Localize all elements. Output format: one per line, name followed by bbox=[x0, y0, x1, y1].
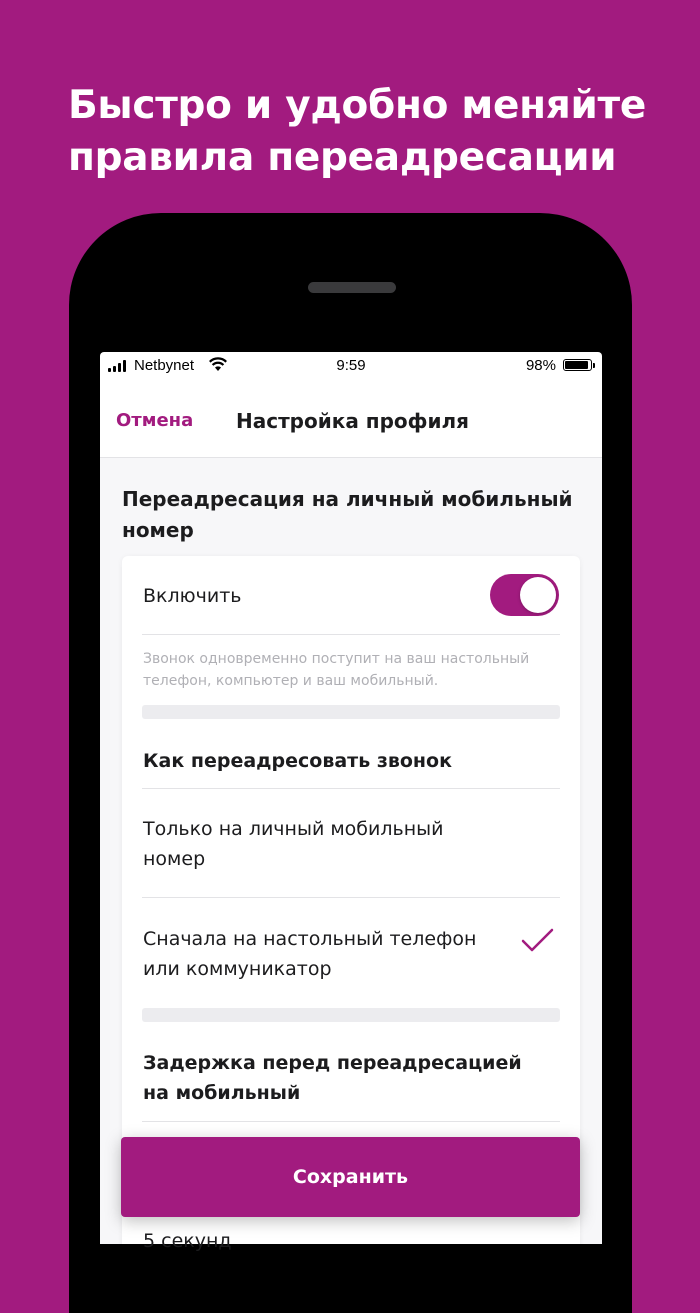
section-separator bbox=[142, 1008, 560, 1022]
cancel-button[interactable]: Отмена bbox=[116, 410, 193, 431]
phone-screen: Netbynet 9:59 98% Отмена Настройка профи… bbox=[100, 352, 602, 1244]
enable-toggle[interactable] bbox=[490, 574, 559, 616]
section-title-line-2: номер bbox=[122, 518, 194, 542]
enable-label: Включить bbox=[143, 585, 242, 607]
divider bbox=[142, 788, 560, 789]
how-to-forward-title: Как переадресовать звонок bbox=[143, 750, 453, 772]
divider bbox=[142, 634, 560, 635]
delay-option-5-seconds[interactable]: 5 секунд bbox=[143, 1230, 232, 1252]
phone-speaker bbox=[308, 282, 396, 293]
battery-icon bbox=[563, 359, 595, 371]
option-mobile-only-line-1: Только на личный мобильный bbox=[143, 818, 444, 840]
page-title: Настройка профиля bbox=[236, 409, 470, 433]
option-desk-first-line-1: Сначала на настольный телефон bbox=[143, 928, 477, 950]
save-button[interactable]: Сохранить bbox=[121, 1137, 580, 1217]
delay-title-line-2: на мобильный bbox=[143, 1082, 301, 1104]
battery-percent: 98% bbox=[525, 357, 556, 374]
headline-line-1: Быстро и удобно меняйте bbox=[68, 83, 646, 128]
divider bbox=[142, 1121, 560, 1122]
headline-line-2: правила переадресации bbox=[68, 135, 617, 180]
section-title: Переадресация на личный мобильный номер bbox=[122, 484, 582, 546]
option-desk-first-line-2: или коммуникатор bbox=[143, 958, 332, 980]
headline: Быстро и удобно меняйте правила переадре… bbox=[68, 80, 668, 184]
option-mobile-only-line-2: номер bbox=[143, 848, 206, 870]
option-desk-first[interactable]: Сначала на настольный телефон или коммун… bbox=[143, 924, 476, 984]
section-separator bbox=[142, 705, 560, 719]
toggle-knob bbox=[520, 577, 556, 613]
delay-title-line-1: Задержка перед переадресацией bbox=[143, 1052, 522, 1074]
option-mobile-only[interactable]: Только на личный мобильный номер bbox=[143, 814, 443, 874]
nav-bar: Отмена Настройка профиля bbox=[100, 380, 602, 458]
forwarding-hint: Звонок одновременно поступит на ваш наст… bbox=[143, 651, 530, 689]
status-bar: Netbynet 9:59 98% bbox=[100, 352, 602, 380]
checkmark-icon bbox=[521, 928, 554, 952]
settings-content: Переадресация на личный мобильный номер … bbox=[100, 458, 602, 1244]
section-title-line-1: Переадресация на личный мобильный bbox=[122, 487, 573, 511]
divider bbox=[142, 897, 560, 898]
delay-title: Задержка перед переадресацией на мобильн… bbox=[143, 1048, 522, 1108]
